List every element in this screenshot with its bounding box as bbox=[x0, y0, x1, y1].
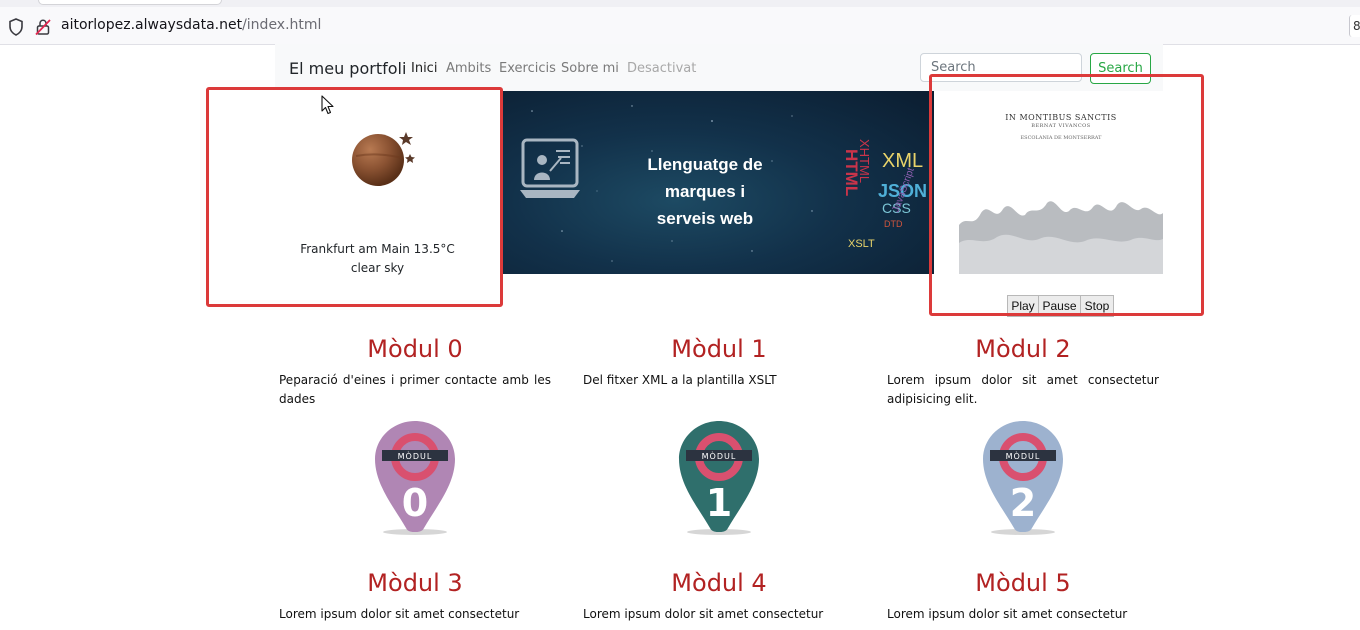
module-2-pin-icon[interactable]: MÒDUL 2 bbox=[980, 419, 1068, 537]
module-1-title: Mòdul 1 bbox=[671, 335, 767, 363]
svg-text:XML: XML bbox=[882, 150, 923, 172]
nav-item-sobre-mi[interactable]: Sobre mi bbox=[561, 61, 619, 76]
tab-strip bbox=[0, 0, 1360, 7]
banner-title-line1: Llenguatge de marques i bbox=[647, 155, 763, 201]
module-1-pin-label: MÒDUL bbox=[702, 450, 737, 461]
module-2-pin-label: MÒDUL bbox=[1006, 450, 1041, 461]
module-2-description: Lorem ipsum dolor sit amet consectetur a… bbox=[887, 373, 1159, 406]
module-1-pin-number: 1 bbox=[706, 481, 732, 525]
module-0-description: Peparació d'eines i primer contacte amb … bbox=[279, 373, 551, 406]
side-tab[interactable]: 8 bbox=[1349, 15, 1360, 37]
module-2-title: Mòdul 2 bbox=[975, 335, 1071, 363]
url-text[interactable]: aitorlopez.alwaysdata.net/index.html bbox=[61, 17, 321, 33]
module-4-description: Lorem ipsum dolor sit amet consectetur bbox=[583, 607, 824, 621]
svg-text:DTD: DTD bbox=[884, 219, 903, 229]
banner-title: Llenguatge de marques i serveis web bbox=[610, 151, 800, 232]
nav-item-inici[interactable]: Inici bbox=[411, 61, 437, 76]
active-tab[interactable] bbox=[38, 0, 222, 5]
nav-item-desactivat: Desactivat bbox=[627, 61, 697, 76]
mouse-cursor-icon bbox=[321, 95, 334, 115]
address-bar[interactable]: aitorlopez.alwaysdata.net/index.html 8 bbox=[0, 7, 1360, 45]
url-host: aitorlopez.alwaysdata.net bbox=[61, 17, 243, 33]
audio-callout-box bbox=[929, 74, 1204, 316]
module-0-pin-number: 0 bbox=[402, 481, 428, 525]
module-5-description: Lorem ipsum dolor sit amet consectetur bbox=[887, 607, 1128, 621]
teacher-laptop-icon bbox=[520, 138, 580, 198]
navbar-brand[interactable]: El meu portfoli bbox=[289, 59, 406, 78]
banner-title-line2: serveis web bbox=[656, 209, 754, 228]
svg-text:XSLT: XSLT bbox=[848, 238, 875, 250]
shield-icon[interactable] bbox=[8, 18, 24, 36]
module-1-pin-icon[interactable]: MÒDUL 1 bbox=[676, 419, 764, 537]
module-0-pin-icon[interactable]: MÒDUL 0 bbox=[372, 419, 460, 537]
course-banner: Llenguatge de marques i serveis web XHTM… bbox=[502, 91, 934, 274]
weather-callout-box bbox=[206, 87, 503, 307]
module-3-description: Lorem ipsum dolor sit amet consectetur bbox=[279, 607, 520, 621]
nav-item-ambits[interactable]: Ambits bbox=[446, 61, 491, 76]
module-5-title: Mòdul 5 bbox=[975, 569, 1071, 597]
tech-word-cloud: XHTML XML JSON HTML CSS JavaScript XSLT … bbox=[842, 139, 927, 250]
module-0-pin-label: MÒDUL bbox=[398, 450, 433, 461]
url-path: /index.html bbox=[242, 17, 322, 33]
module-2-pin-number: 2 bbox=[1010, 481, 1036, 525]
insecure-lock-icon[interactable] bbox=[35, 18, 51, 36]
nav-item-exercicis[interactable]: Exercicis bbox=[499, 61, 556, 76]
module-0-title: Mòdul 0 bbox=[367, 335, 463, 363]
module-1-description: Del fitxer XML a la plantilla XSLT bbox=[583, 373, 777, 387]
svg-text:HTML: HTML bbox=[842, 149, 861, 196]
module-4-title: Mòdul 4 bbox=[671, 569, 767, 597]
module-3-title: Mòdul 3 bbox=[367, 569, 463, 597]
